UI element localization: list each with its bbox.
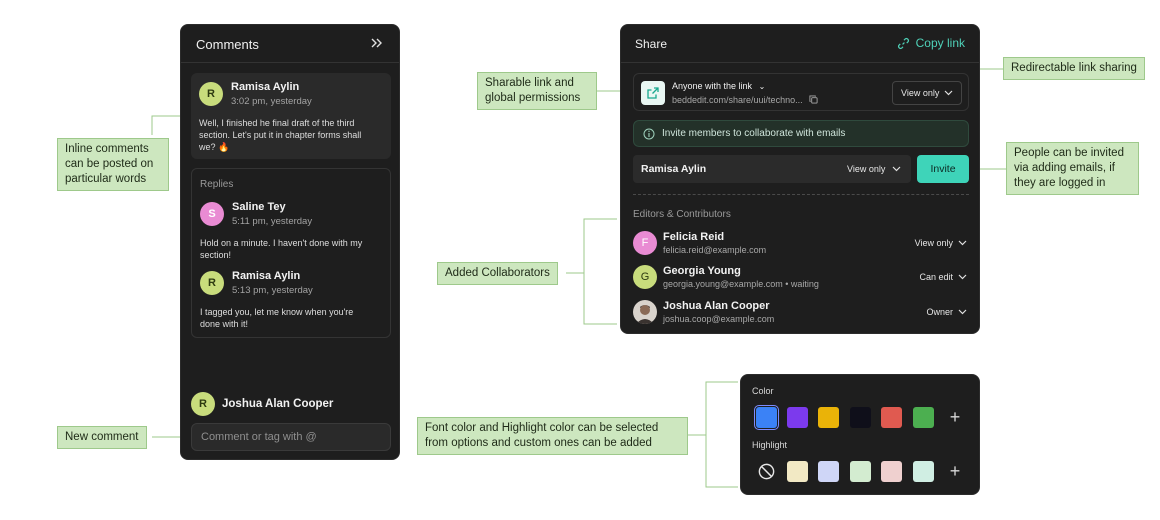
color-picker-panel: Color + Highlight + — [740, 374, 980, 495]
highlight-label: Highlight — [752, 440, 788, 450]
share-panel: Share Copy link Anyone with the link ⌄ b… — [620, 24, 980, 334]
avatar: R — [200, 271, 224, 295]
chevron-down-icon — [892, 166, 901, 172]
color-swatch[interactable] — [913, 407, 934, 428]
invite-email-input[interactable]: Ramisa Aylin View only — [633, 155, 911, 183]
link-access-select[interactable]: Anyone with the link ⌄ — [672, 81, 765, 91]
comment-card[interactable]: R Ramisa Aylin 3:02 pm, yesterday Well, … — [191, 73, 391, 159]
comment-author: Ramisa Aylin — [231, 81, 300, 93]
highlight-swatch[interactable] — [881, 461, 902, 482]
invite-permission-dropdown[interactable]: View only — [839, 157, 909, 181]
comment-time: 3:02 pm, yesterday — [231, 96, 312, 107]
replies-label: Replies — [200, 179, 234, 190]
divider — [633, 194, 969, 195]
reply-author: Ramisa Aylin — [232, 270, 301, 282]
avatar: F — [633, 231, 657, 255]
chevron-down-icon — [958, 240, 967, 246]
add-highlight-icon[interactable]: + — [947, 462, 963, 480]
annotation-sharable-link: Sharable link and global permissions — [477, 72, 597, 110]
link-permission-label: View only — [901, 88, 940, 98]
color-swatch[interactable] — [787, 407, 808, 428]
reply-time: 5:13 pm, yesterday — [232, 285, 313, 296]
current-user-avatar: R — [191, 392, 215, 416]
annotation-new-comment: New comment — [57, 426, 147, 449]
avatar: S — [200, 202, 224, 226]
chevron-down-icon — [944, 90, 953, 96]
annotation-added-collaborators: Added Collaborators — [437, 262, 558, 285]
invite-button[interactable]: Invite — [917, 155, 969, 183]
chevron-down-icon: ⌄ — [758, 82, 766, 91]
reply-author: Saline Tey — [232, 201, 286, 213]
collaborator-role-dropdown[interactable]: View only — [915, 238, 967, 248]
color-swatch[interactable] — [881, 407, 902, 428]
current-user-name: Joshua Alan Cooper — [222, 398, 334, 410]
section-label: Editors & Contributors — [633, 209, 731, 220]
link-icon — [897, 37, 909, 49]
comments-panel: Comments R Ramisa Aylin 3:02 pm, yesterd… — [180, 24, 400, 460]
collaborator-email: georgia.young@example.com • waiting — [663, 279, 819, 289]
avatar: R — [199, 82, 223, 106]
copy-link-label: Copy link — [915, 36, 965, 50]
chevron-down-icon — [958, 309, 967, 315]
comments-title: Comments — [196, 37, 259, 52]
color-label: Color — [752, 386, 774, 396]
highlight-swatch[interactable] — [787, 461, 808, 482]
annotation-font-color: Font color and Highlight color can be se… — [417, 417, 688, 455]
comments-header: Comments — [181, 25, 399, 63]
comment-text: Well, I finished he final draft of the t… — [199, 118, 362, 152]
avatar: G — [633, 265, 657, 289]
color-swatch[interactable] — [850, 407, 871, 428]
reply-text: Hold on a minute. I haven't done with my… — [200, 238, 363, 260]
link-settings-row: Anyone with the link ⌄ beddedit.com/shar… — [633, 73, 969, 111]
no-highlight-icon[interactable] — [757, 462, 776, 481]
copy-icon[interactable] — [809, 95, 818, 104]
share-header: Share Copy link — [621, 25, 979, 63]
replies-thread: Replies S Saline Tey 5:11 pm, yesterday … — [191, 168, 391, 338]
annotation-redirectable: Redirectable link sharing — [1003, 57, 1145, 80]
color-swatch[interactable] — [818, 407, 839, 428]
share-title: Share — [635, 37, 668, 51]
annotation-inline-comments: Inline comments can be posted on particu… — [57, 138, 169, 191]
copy-link-button[interactable]: Copy link — [897, 36, 965, 50]
chevron-down-icon — [958, 274, 967, 280]
link-permission-dropdown[interactable]: View only — [892, 81, 962, 105]
collaborator-role-dropdown[interactable]: Can edit — [919, 272, 967, 282]
collaborator-name: Felicia Reid — [663, 231, 725, 243]
add-color-icon[interactable]: + — [947, 408, 963, 426]
collaborator-name: Georgia Young — [663, 265, 741, 277]
invite-permission-label: View only — [847, 164, 886, 174]
reply-text: I tagged you, let me know when you're do… — [200, 307, 354, 329]
invite-name: Ramisa Aylin — [641, 163, 707, 175]
collaborator-name: Joshua Alan Cooper — [663, 300, 770, 312]
collaborator-role-dropdown[interactable]: Owner — [926, 307, 967, 317]
invite-notice: Invite members to collaborate with email… — [633, 120, 969, 147]
highlight-swatch[interactable] — [818, 461, 839, 482]
reply-time: 5:11 pm, yesterday — [232, 216, 313, 227]
collaborator-email: felicia.reid@example.com — [663, 245, 767, 255]
annotation-people-invited: People can be invited via adding emails,… — [1006, 142, 1139, 195]
highlight-swatch[interactable] — [850, 461, 871, 482]
collaborator-email: joshua.coop@example.com — [663, 314, 775, 324]
external-link-icon — [641, 81, 665, 105]
highlight-swatch[interactable] — [913, 461, 934, 482]
link-url: beddedit.com/share/uui/techno... — [672, 95, 818, 105]
avatar-photo — [633, 300, 657, 324]
comment-input[interactable]: Comment or tag with @ — [191, 423, 391, 451]
color-swatch[interactable] — [756, 407, 777, 428]
double-chevron-right-icon[interactable] — [369, 36, 383, 50]
info-icon — [643, 128, 655, 140]
